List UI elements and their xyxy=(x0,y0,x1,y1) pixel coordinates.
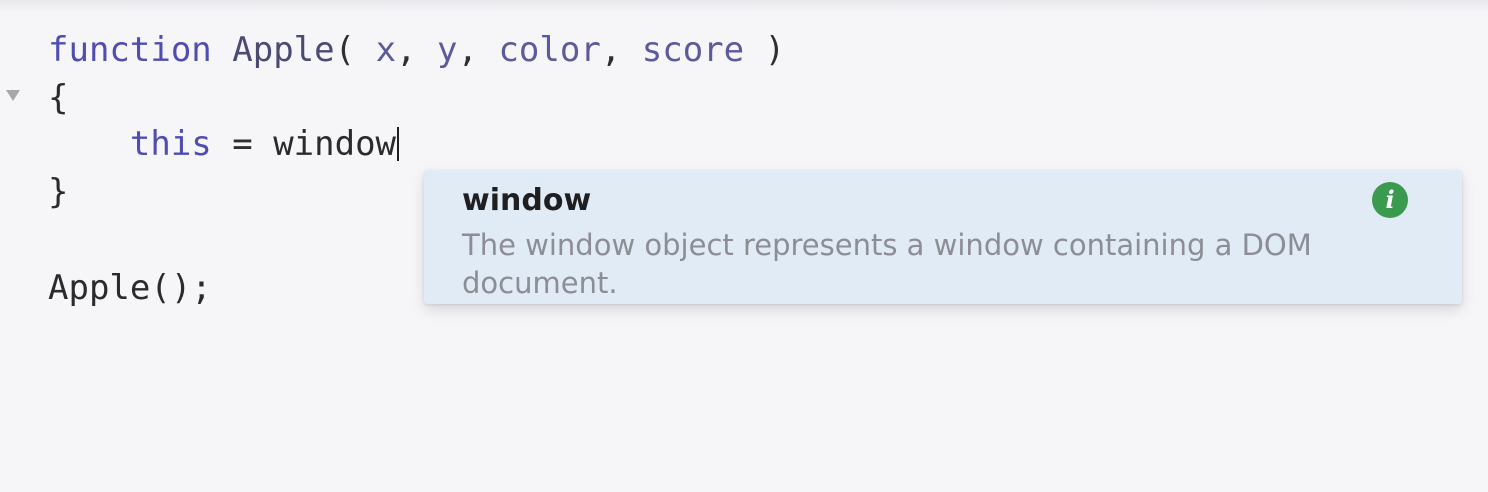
code-line-6[interactable]: Apple(); xyxy=(48,265,212,311)
comma: , xyxy=(396,30,437,70)
param-x: x xyxy=(375,30,397,70)
keyword-function: function xyxy=(48,30,212,70)
code-line-2[interactable]: { xyxy=(48,75,68,121)
param-score: score xyxy=(641,30,745,70)
autocomplete-popup[interactable]: window i The window object represents a … xyxy=(424,170,1462,304)
fold-arrow-icon[interactable] xyxy=(6,90,20,101)
comma: , xyxy=(600,30,642,70)
code-line-3[interactable]: this = window xyxy=(48,121,400,167)
info-icon[interactable]: i xyxy=(1372,182,1408,218)
assign-operator: = xyxy=(211,124,274,164)
code-line-1[interactable]: function Apple( x, y, color, score ) xyxy=(48,27,785,73)
open-paren: ( xyxy=(334,30,376,70)
identifier-window: window xyxy=(273,124,397,164)
text-caret xyxy=(397,127,400,161)
suggestion-title[interactable]: window xyxy=(462,182,591,220)
function-name: Apple xyxy=(232,30,335,70)
keyword-this: this xyxy=(129,124,212,164)
suggestion-description: The window object represents a window co… xyxy=(462,228,1312,300)
comma: , xyxy=(457,30,499,70)
param-color: color xyxy=(498,30,601,70)
param-y: y xyxy=(437,30,458,70)
code-line-4[interactable]: } xyxy=(48,169,68,215)
close-paren: ) xyxy=(744,30,786,70)
